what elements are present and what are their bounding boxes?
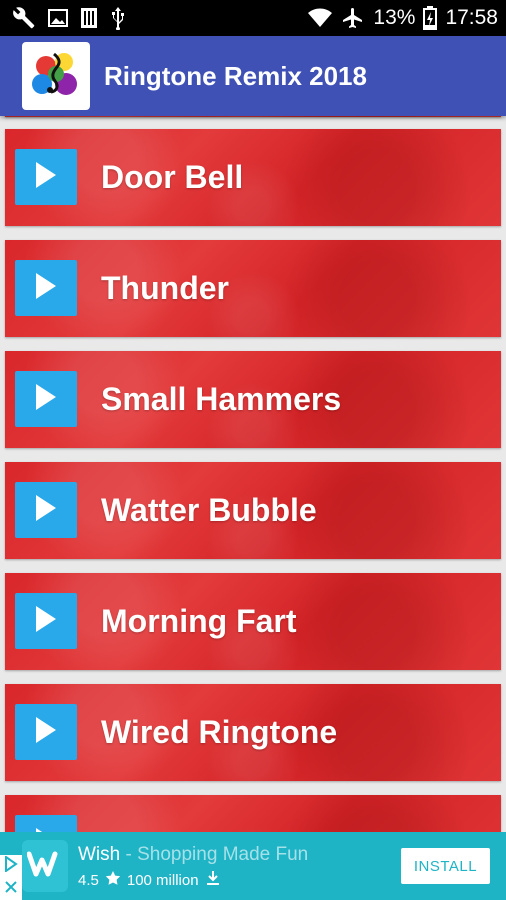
- ad-rating: 4.5: [78, 871, 99, 889]
- clock: 17:58: [445, 6, 498, 29]
- ringtone-item[interactable]: Watter Bubble: [5, 462, 501, 559]
- ad-info-icon[interactable]: [4, 855, 18, 877]
- play-button[interactable]: [15, 482, 77, 538]
- ad-downloads: 100 million: [126, 871, 199, 889]
- ringtone-item[interactable]: Small Hammers: [5, 351, 501, 448]
- play-button[interactable]: [15, 704, 77, 760]
- star-icon: [105, 870, 121, 890]
- status-bar: 13% 17:58: [0, 0, 506, 36]
- sim-icon: [80, 7, 98, 29]
- ringtone-label: Wired Ringtone: [101, 714, 338, 750]
- play-button[interactable]: [15, 149, 77, 205]
- music-note-logo-icon: [28, 46, 84, 107]
- ad-title[interactable]: Wish - Shopping Made Fun: [78, 844, 308, 866]
- play-icon: [34, 494, 58, 527]
- wish-logo[interactable]: [22, 840, 68, 892]
- play-button[interactable]: [15, 260, 77, 316]
- wrench-icon: [12, 6, 36, 30]
- play-icon: [34, 605, 58, 638]
- ad-banner[interactable]: Wish - Shopping Made Fun 4.5 100 million…: [0, 832, 506, 900]
- ringtone-list[interactable]: Door Bell Thunder Small Hammers Watter B…: [0, 116, 506, 832]
- ringtone-item-partial[interactable]: [5, 116, 501, 117]
- ringtone-item[interactable]: Thunder: [5, 240, 501, 337]
- ringtone-item[interactable]: Morning Fart: [5, 573, 501, 670]
- ad-choices[interactable]: [0, 855, 22, 900]
- download-icon: [205, 870, 221, 890]
- app-bar: Ringtone Remix 2018: [0, 36, 506, 116]
- ringtone-item[interactable]: Wired Ringtone: [5, 684, 501, 781]
- ad-app-name: Wish: [78, 844, 121, 865]
- ringtone-label: Door Bell: [101, 159, 244, 195]
- play-icon: [34, 272, 58, 305]
- airplane-icon: [341, 6, 365, 30]
- close-icon[interactable]: [4, 880, 18, 899]
- play-button[interactable]: [15, 815, 77, 832]
- play-icon: [34, 161, 58, 194]
- play-button[interactable]: [15, 593, 77, 649]
- ringtone-label: Thunder: [101, 270, 229, 306]
- battery-percent: 13%: [373, 6, 416, 29]
- image-icon: [48, 8, 68, 28]
- app-title: Ringtone Remix 2018: [104, 60, 367, 91]
- ad-meta: 4.5 100 million: [78, 870, 221, 890]
- ringtone-label: Morning Fart: [101, 603, 297, 639]
- play-button[interactable]: [15, 371, 77, 427]
- battery-icon: [423, 6, 438, 30]
- ringtone-label: Small Hammers: [101, 381, 342, 417]
- ringtone-item[interactable]: [5, 795, 501, 832]
- wish-logo-icon: [26, 850, 63, 883]
- play-icon: [34, 716, 58, 749]
- ringtone-item[interactable]: Door Bell: [5, 129, 501, 226]
- usb-icon: [110, 6, 126, 30]
- ad-tagline: - Shopping Made Fun: [120, 844, 309, 865]
- ringtone-label: Watter Bubble: [101, 492, 317, 528]
- play-icon: [34, 383, 58, 416]
- wifi-icon: [307, 7, 333, 29]
- app-logo: [22, 42, 90, 110]
- install-button[interactable]: INSTALL: [401, 848, 490, 884]
